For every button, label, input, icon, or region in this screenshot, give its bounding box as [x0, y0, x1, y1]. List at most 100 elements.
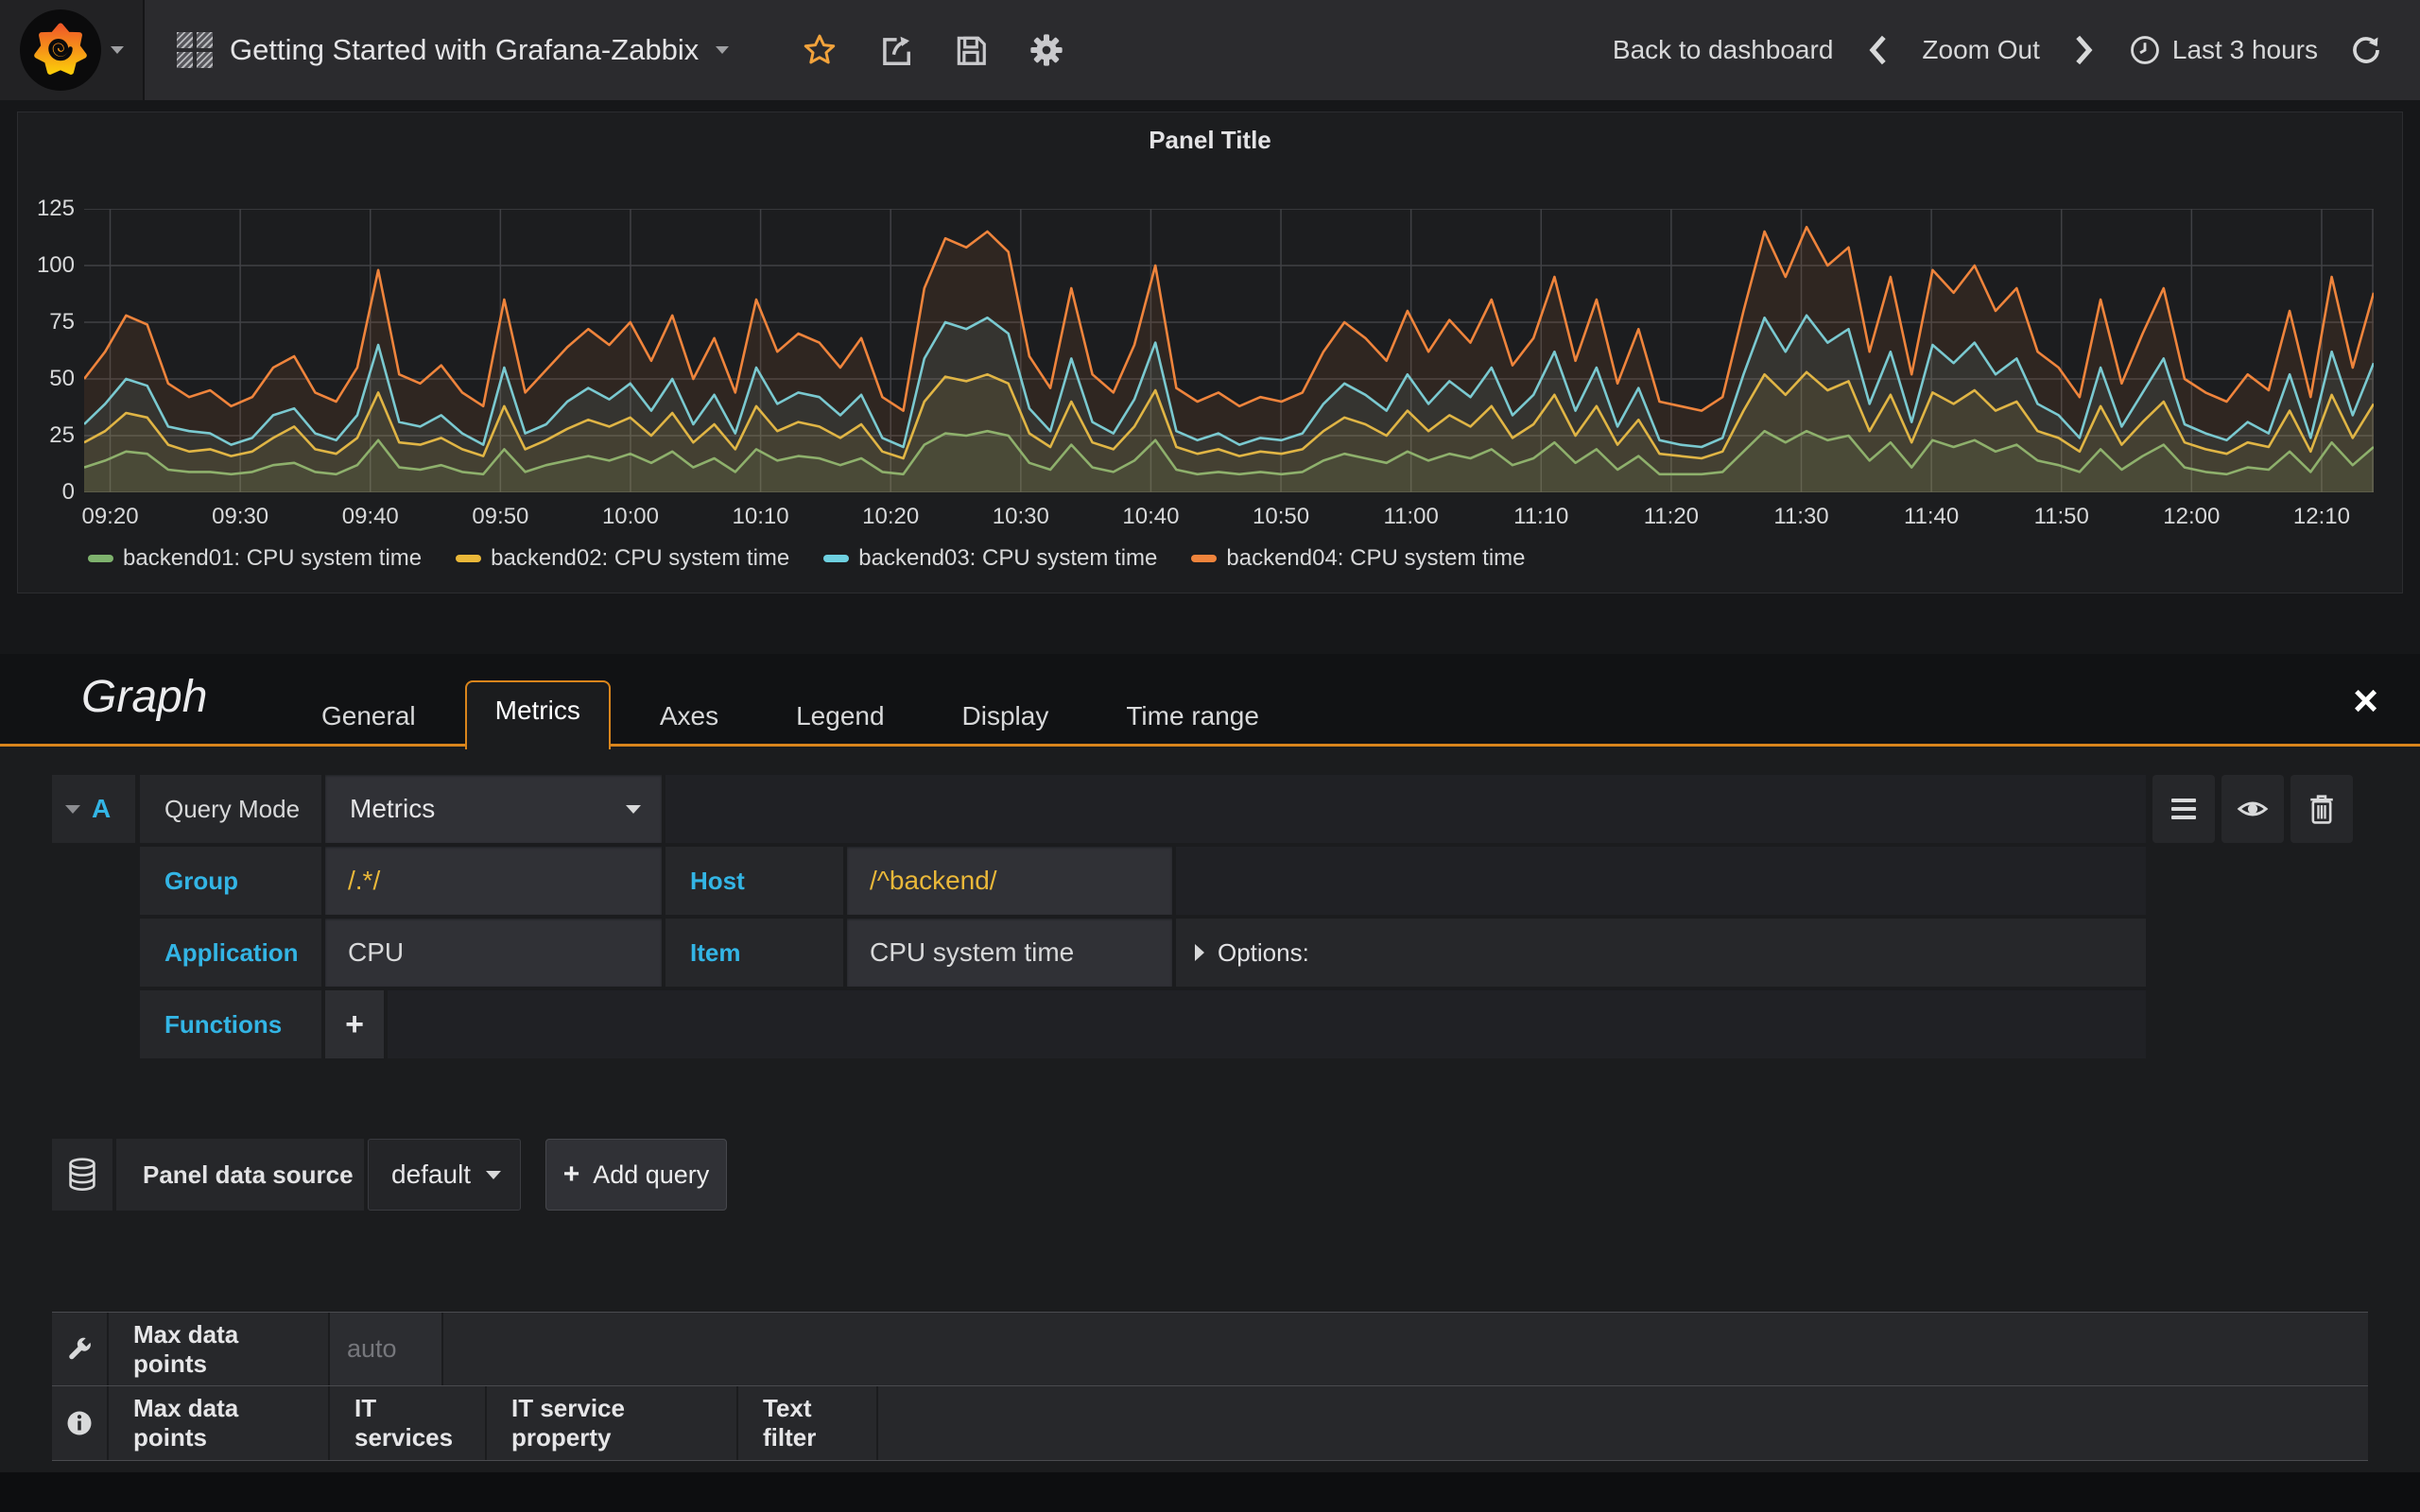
- group-host-filler: [1176, 847, 2146, 915]
- query-toggle-visibility-button[interactable]: [2221, 775, 2284, 843]
- grafana-menu-caret-icon: [111, 46, 124, 54]
- link-label: Max data points: [133, 1394, 303, 1452]
- dashboard-grid-icon: [177, 32, 213, 68]
- metrics-tab-content: A Query Mode Metrics Group: [0, 747, 2420, 1472]
- panel-type-title: Graph: [81, 671, 207, 723]
- dashboard-title-dropdown[interactable]: Getting Started with Grafana-Zabbix: [145, 0, 761, 100]
- close-editor-button[interactable]: ×: [2353, 679, 2378, 722]
- legend-item[interactable]: backend03: CPU system time: [823, 545, 1157, 572]
- item-input-cell: [847, 919, 1172, 987]
- max-data-points-input[interactable]: [330, 1334, 441, 1364]
- link-text-filter[interactable]: Text filter: [738, 1386, 878, 1460]
- y-tick-label: 75: [20, 309, 75, 335]
- query-delete-button[interactable]: [2290, 775, 2353, 843]
- x-tick-label: 10:40: [1098, 504, 1202, 530]
- back-to-dashboard-link[interactable]: Back to dashboard: [1613, 35, 1834, 65]
- grafana-menu-button[interactable]: [0, 0, 145, 100]
- link-label: Text filter: [763, 1394, 852, 1452]
- dashboard-title: Getting Started with Grafana-Zabbix: [230, 33, 699, 67]
- legend-swatch-icon: [88, 555, 113, 562]
- x-tick-label: 11:40: [1879, 504, 1983, 530]
- link-it-services[interactable]: IT services: [330, 1386, 487, 1460]
- x-tick-label: 12:10: [2270, 504, 2374, 530]
- settings-button[interactable]: [1028, 31, 1065, 69]
- x-tick-label: 09:20: [59, 504, 163, 530]
- add-function-button[interactable]: +: [325, 990, 384, 1058]
- query-row-group-host: Group Host: [0, 847, 2420, 915]
- host-input-cell: [847, 847, 1172, 915]
- plus-icon: +: [563, 1159, 580, 1191]
- share-button[interactable]: [876, 31, 914, 69]
- host-label: Host: [666, 867, 745, 896]
- max-data-points-label-cell: Max data points: [109, 1313, 330, 1385]
- legend-label: backend03: CPU system time: [858, 545, 1157, 572]
- x-tick-label: 11:00: [1359, 504, 1463, 530]
- gear-icon: [1028, 31, 1065, 69]
- datasource-dropdown[interactable]: default: [368, 1139, 521, 1211]
- options-toggle[interactable]: Options:: [1176, 919, 2146, 987]
- chevron-left-icon[interactable]: [1865, 34, 1890, 66]
- add-query-button[interactable]: + Add query: [545, 1139, 727, 1211]
- x-tick-label: 11:30: [1750, 504, 1854, 530]
- functions-filler: [388, 990, 2146, 1058]
- tab-legend[interactable]: Legend: [768, 688, 912, 747]
- dashboard-title-caret-icon: [716, 46, 729, 54]
- refresh-icon[interactable]: [2350, 34, 2382, 66]
- row-filler: [878, 1386, 2368, 1460]
- query-collapse-cell[interactable]: A: [52, 775, 135, 843]
- max-data-points-label: Max data points: [133, 1320, 303, 1379]
- chart-svg: [84, 209, 2374, 492]
- x-tick-label: 09:30: [188, 504, 292, 530]
- clock-icon: [2129, 34, 2161, 66]
- query-mode-value: Metrics: [325, 794, 435, 824]
- zoom-out-link[interactable]: Zoom Out: [1922, 35, 2039, 65]
- legend-label: backend01: CPU system time: [123, 545, 422, 572]
- query-row-mode: A Query Mode Metrics: [0, 775, 2420, 843]
- link-label: IT services: [354, 1394, 460, 1452]
- query-menu-button[interactable]: [2152, 775, 2215, 843]
- legend-item[interactable]: backend01: CPU system time: [88, 545, 422, 572]
- x-tick-label: 10:10: [709, 504, 813, 530]
- panel-title[interactable]: Panel Title: [18, 126, 2402, 155]
- x-tick-label: 11:50: [2010, 504, 2114, 530]
- datasource-value: default: [369, 1160, 471, 1190]
- options-label: Options:: [1218, 938, 1309, 968]
- tab-metrics[interactable]: Metrics: [465, 680, 611, 749]
- tab-axes[interactable]: Axes: [631, 688, 747, 747]
- tab-general[interactable]: General: [293, 688, 444, 747]
- max-data-points-row: Max data points: [52, 1313, 2368, 1386]
- item-input[interactable]: [847, 937, 1172, 968]
- info-icon: [65, 1409, 94, 1437]
- legend-swatch-icon: [1191, 555, 1217, 562]
- query-letter: A: [92, 794, 111, 824]
- x-tick-label: 11:10: [1489, 504, 1593, 530]
- legend-label: backend02: CPU system time: [491, 545, 789, 572]
- datasource-label: Panel data source: [116, 1160, 354, 1190]
- navbar-right: Back to dashboard Zoom Out Last 3 hours: [1613, 34, 2420, 66]
- datasource-row: Panel data source default + Add query: [0, 1139, 2420, 1211]
- link-it-service-property[interactable]: IT service property: [487, 1386, 738, 1460]
- x-tick-label: 09:40: [319, 504, 423, 530]
- link-max-data-points[interactable]: Max data points: [109, 1386, 330, 1460]
- datasource-caret-icon: [486, 1171, 501, 1179]
- legend-swatch-icon: [456, 555, 481, 562]
- tab-time-range[interactable]: Time range: [1098, 688, 1288, 747]
- save-icon: [953, 32, 989, 68]
- time-picker-button[interactable]: Last 3 hours: [2129, 34, 2318, 66]
- query-mode-dropdown[interactable]: Metrics: [325, 775, 662, 843]
- star-button[interactable]: [801, 31, 838, 69]
- chevron-right-icon[interactable]: [2072, 34, 2097, 66]
- save-button[interactable]: [952, 31, 990, 69]
- functions-label: Functions: [140, 1010, 282, 1040]
- group-input[interactable]: [325, 866, 662, 896]
- plot-area[interactable]: [84, 209, 2374, 492]
- tab-display[interactable]: Display: [934, 688, 1078, 747]
- y-tick-label: 100: [20, 252, 75, 279]
- group-input-cell: [325, 847, 662, 915]
- legend-item[interactable]: backend02: CPU system time: [456, 545, 789, 572]
- host-input[interactable]: [847, 866, 1172, 896]
- grafana-logo-icon: [20, 9, 101, 91]
- query-row-filler: [666, 775, 2146, 843]
- application-input[interactable]: [325, 937, 662, 968]
- legend-item[interactable]: backend04: CPU system time: [1191, 545, 1525, 572]
